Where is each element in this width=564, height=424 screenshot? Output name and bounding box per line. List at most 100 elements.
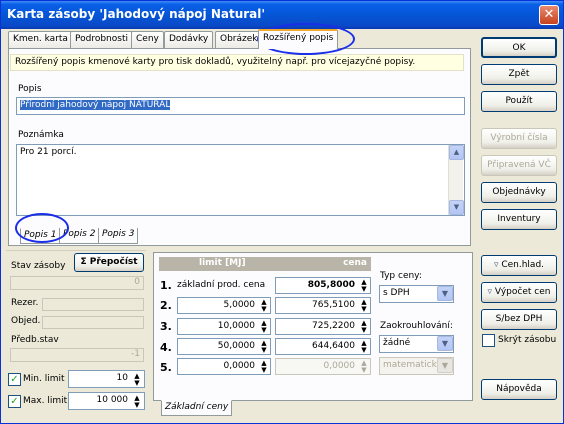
objednavky-button[interactable]: Objednávky	[481, 182, 557, 203]
row-1-cena: 805,8000	[307, 280, 355, 290]
row-3-cena: 725,2200	[312, 321, 355, 331]
row-2-limit-spinner-icon[interactable]: ▲ ▼	[258, 299, 270, 313]
header-cena: cena	[343, 258, 367, 268]
max-limit-spinner-icon[interactable]: ▲ ▼	[131, 395, 143, 409]
popis-value: Přírodní jahodový nápoj NATURAL	[20, 100, 171, 110]
zaokrouhlovani-method-value: matematicky	[383, 360, 442, 370]
inventury-button[interactable]: Inventury	[481, 209, 557, 230]
tab-zakladni-ceny[interactable]: Základní ceny	[161, 400, 233, 416]
row-2-limit-input[interactable]: 5,0000	[177, 297, 271, 314]
max-limit-checkbox[interactable]: ✓	[8, 395, 21, 408]
tab-obrazek[interactable]: Obrázek	[215, 31, 263, 48]
stav-zasoby-label: Stav zásoby	[11, 261, 66, 271]
row-3-limit-spinner-icon[interactable]: ▲ ▼	[258, 320, 270, 334]
row-3-limit-input[interactable]: 10,0000	[177, 318, 271, 335]
tab-kmen-karta[interactable]: Kmen. karta	[8, 31, 73, 48]
prices-header: limit [MJ] cena	[159, 257, 371, 271]
napoveda-button[interactable]: Nápověda	[481, 379, 557, 400]
vypocet-cen-label: Výpočet cen	[494, 287, 551, 297]
info-bar: Rozšířený popis kmenové karty pro tisk d…	[10, 54, 464, 71]
zaokrouhlovani-label: Zaokrouhlování:	[380, 321, 453, 331]
row-4-number: 4.	[160, 341, 172, 354]
tab-rozsireny-popis[interactable]: Rozšířený popis	[258, 29, 339, 49]
cen-hlad-button[interactable]: ▿ Cen.hlad.	[481, 255, 557, 276]
row-5-number: 5.	[160, 361, 172, 374]
row-5-limit-spinner-icon[interactable]: ▲ ▼	[258, 360, 270, 374]
row-4-cena: 644,6400	[312, 341, 355, 351]
pripravena-vc-button[interactable]: Připravená VČ	[481, 155, 557, 176]
row-3-cena-spinner-icon[interactable]: ▲ ▼	[358, 320, 370, 334]
row-5-limit-input[interactable]: 0,0000	[177, 358, 271, 375]
typ-ceny-label: Typ ceny:	[380, 271, 422, 281]
chevron-down-icon: ▼	[437, 358, 453, 373]
min-limit-label: Min. limit	[23, 374, 65, 384]
row-5-cena-input: 0,0000	[275, 358, 371, 375]
row-2-cena-spinner-icon[interactable]: ▲ ▼	[358, 299, 370, 313]
subtab-popis-3[interactable]: Popis 3	[98, 228, 139, 244]
row-5-cena-spinner-icon: ▲ ▼	[361, 359, 367, 374]
row-1-number: 1.	[160, 279, 172, 292]
predb-stav-label: Předb.stav	[11, 335, 59, 345]
min-limit-value: 10	[116, 373, 128, 383]
tab-podrobnosti[interactable]: Podrobnosti	[70, 31, 133, 48]
zaokrouhlovani-value: žádné	[383, 338, 411, 348]
highlight-circle-popis-1	[15, 213, 69, 243]
divider	[6, 250, 146, 251]
cen-hlad-label: Cen.hlad.	[501, 260, 545, 270]
row-2-cena: 765,5100	[312, 300, 355, 310]
vyrobni-cisla-button[interactable]: Výrobní čísla	[481, 128, 557, 149]
row-2-limit: 5,0000	[223, 300, 256, 310]
dialog-window: Karta zásoby 'Jahodový nápoj Natural' ✕ …	[0, 0, 564, 424]
max-limit-label: Max. limit	[23, 396, 68, 406]
poznamka-scrollbar[interactable]: ▲ ▼	[448, 145, 464, 215]
zpet-button[interactable]: Zpět	[481, 64, 557, 85]
rezer-field	[42, 298, 144, 311]
poznamka-textarea[interactable]: Pro 21 porcí.	[16, 144, 465, 216]
header-limit: limit [MJ]	[199, 258, 246, 268]
close-icon[interactable]: ✕	[539, 5, 559, 25]
predb-value: -1	[10, 348, 144, 362]
scroll-down-icon[interactable]: ▼	[449, 200, 464, 215]
row-1-spinner-icon[interactable]: ▲ ▼	[358, 279, 370, 293]
row-1-cena-input[interactable]: 805,8000	[275, 277, 371, 294]
row-4-limit-input[interactable]: 50,0000	[177, 338, 271, 355]
row-2-number: 2.	[160, 299, 172, 312]
stav-value: 0	[10, 276, 144, 290]
objed-label: Objed.	[11, 316, 41, 326]
ok-button[interactable]: OK	[481, 37, 557, 58]
row-4-cena-spinner-icon[interactable]: ▲ ▼	[358, 340, 370, 354]
row-5-limit: 0,0000	[223, 361, 256, 371]
scroll-up-icon[interactable]: ▲	[449, 145, 464, 160]
skryt-zasobu-checkbox[interactable]	[482, 334, 495, 347]
objed-field	[42, 316, 144, 329]
chevron-down-icon[interactable]: ▼	[437, 286, 453, 301]
popis-input[interactable]: Přírodní jahodový nápoj NATURAL	[16, 97, 465, 115]
chevron-down-icon: ▿	[487, 287, 495, 297]
skryt-zasobu-label: Skrýt zásobu	[498, 335, 557, 345]
pouzit-button[interactable]: Použít	[481, 91, 557, 112]
prepocist-button[interactable]: Σ Přepočíst	[74, 253, 144, 272]
row-5-cena: 0,0000	[323, 361, 356, 371]
typ-ceny-value: s DPH	[383, 288, 410, 298]
poznamka-label: Poznámka	[18, 130, 64, 140]
poznamka-value: Pro 21 porcí.	[20, 147, 77, 157]
row-4-limit-spinner-icon[interactable]: ▲ ▼	[258, 340, 270, 354]
s-bez-dph-button[interactable]: S/bez DPH	[481, 309, 557, 330]
row-3-cena-input[interactable]: 725,2200	[275, 318, 371, 335]
min-limit-checkbox[interactable]: ✓	[8, 373, 21, 386]
row-2-cena-input[interactable]: 765,5100	[275, 297, 371, 314]
rezer-label: Rezer.	[11, 298, 39, 308]
vypocet-cen-button[interactable]: ▿ Výpočet cen	[481, 282, 557, 303]
row-3-limit: 10,0000	[217, 321, 255, 331]
row-3-number: 3.	[160, 320, 172, 333]
row-1-limit: základní prod. cena	[177, 280, 266, 290]
tab-ceny[interactable]: Ceny	[131, 31, 164, 48]
row-4-cena-input[interactable]: 644,6400	[275, 338, 371, 355]
window-title: Karta zásoby 'Jahodový nápoj Natural'	[7, 7, 266, 21]
min-limit-spinner-icon[interactable]: ▲ ▼	[131, 373, 143, 387]
chevron-down-icon[interactable]: ▼	[437, 336, 453, 351]
max-limit-value: 10 000	[96, 395, 129, 405]
popis-label: Popis	[18, 84, 42, 94]
row-4-limit: 50,0000	[217, 341, 255, 351]
tab-dodavky[interactable]: Dodávky	[164, 31, 214, 48]
